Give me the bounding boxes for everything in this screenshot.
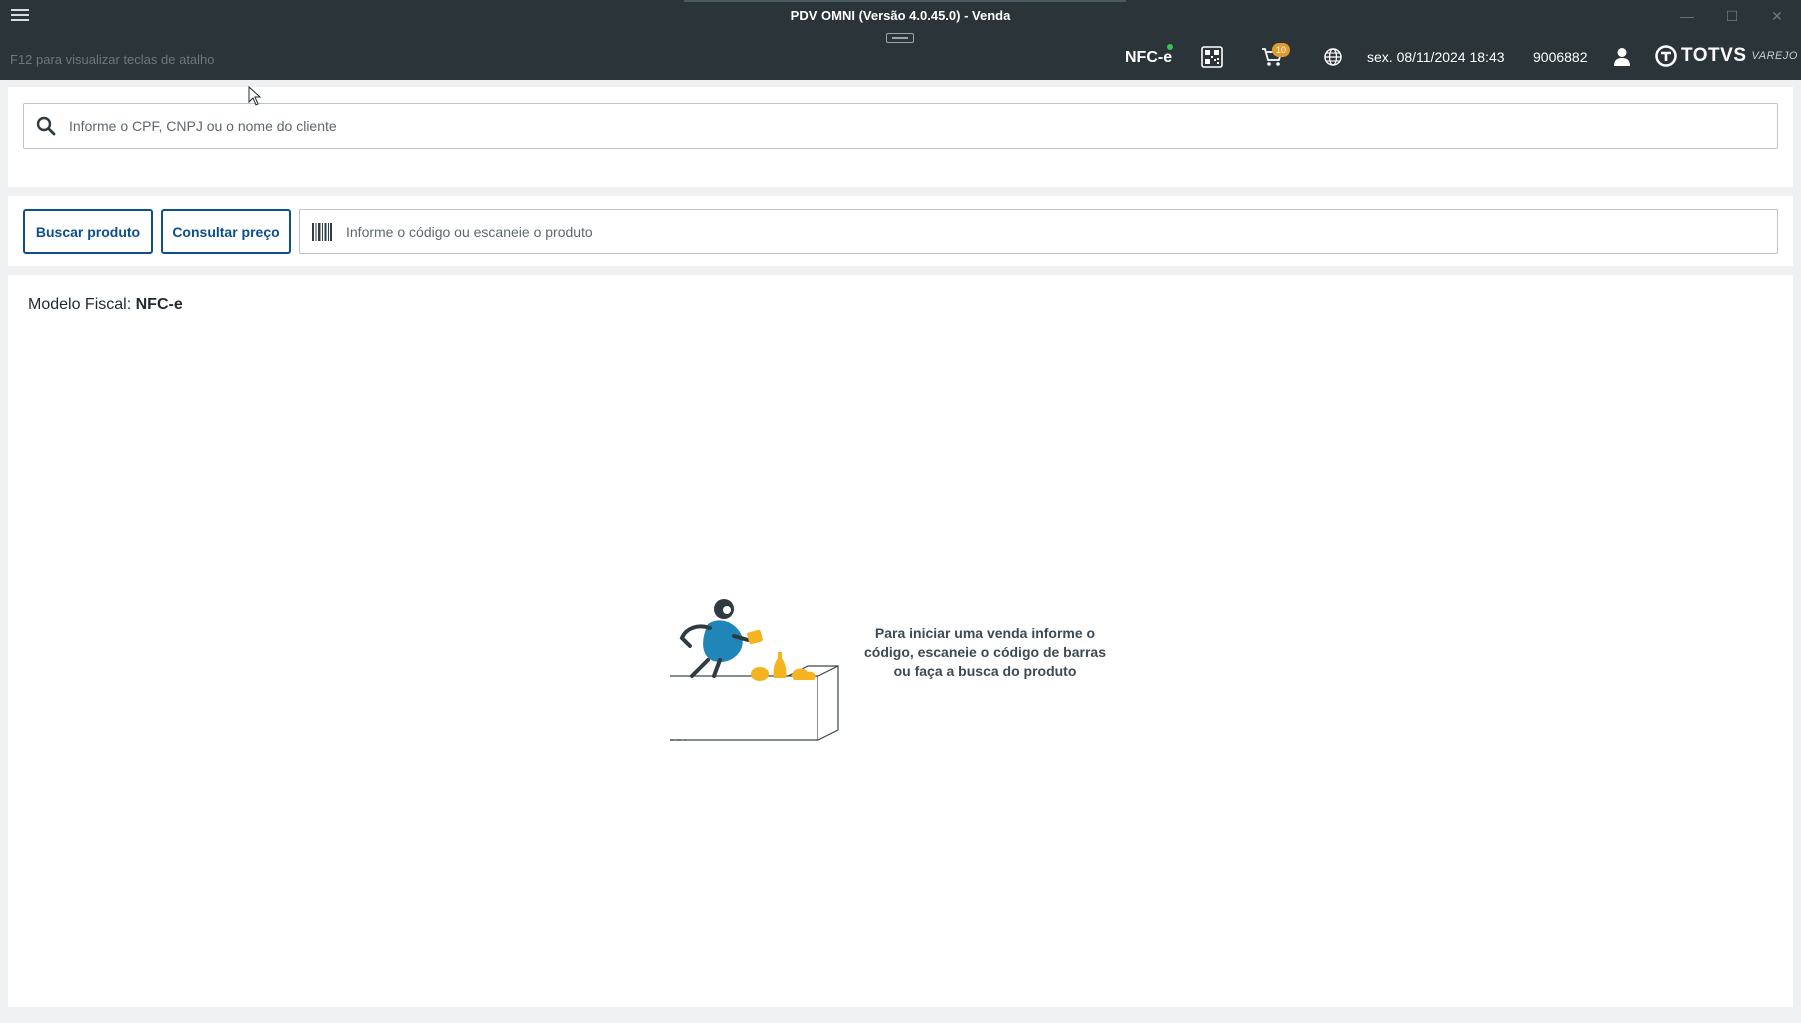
totvs-logo: TOTVS VAREJO: [1655, 44, 1798, 68]
fiscal-model-caption: Modelo Fiscal:: [28, 296, 132, 313]
shortcut-hint: F12 para visualizar teclas de atalho: [10, 52, 215, 67]
product-code-box[interactable]: [299, 209, 1778, 254]
search-product-button[interactable]: Buscar produto: [23, 209, 153, 254]
customer-search-input[interactable]: [69, 118, 1719, 134]
check-price-button[interactable]: Consultar preço: [161, 209, 291, 254]
current-datetime: sex. 08/11/2024 18:43: [1367, 49, 1505, 65]
fiscal-model-value: NFC-e: [135, 296, 183, 313]
drag-handle-icon[interactable]: [886, 33, 914, 43]
totvs-logo-icon: [1655, 45, 1677, 67]
title-accent-line: [684, 0, 1126, 2]
search-icon: [36, 116, 56, 136]
empty-sale-illustration: [670, 599, 839, 741]
maximize-button[interactable]: ☐: [1717, 5, 1747, 27]
fiscal-model-badge[interactable]: NFC-e: [1125, 49, 1172, 67]
product-code-input[interactable]: [346, 223, 1746, 240]
operator-code: 9006882: [1533, 49, 1588, 65]
customer-search-box[interactable]: [23, 103, 1778, 149]
window-title: PDV OMNI (Versão 4.0.45.0) - Venda: [790, 8, 1011, 23]
barcode-icon: [312, 222, 332, 241]
mouse-cursor-icon: [248, 86, 262, 106]
globe-icon[interactable]: [1324, 48, 1342, 66]
cart-count-badge: 10: [1272, 43, 1290, 57]
empty-sale-message: Para iniciar uma venda informe o código,…: [864, 625, 1106, 679]
logo-brand: TOTVS: [1681, 45, 1747, 66]
minimize-button[interactable]: —: [1672, 5, 1702, 27]
qr-code-icon[interactable]: [1201, 46, 1223, 68]
close-button[interactable]: ✕: [1762, 5, 1792, 27]
fiscal-status-dot: [1166, 43, 1174, 51]
fiscal-model-label: Modelo Fiscal: NFC-e: [28, 296, 183, 314]
logo-subtitle: VAREJO: [1751, 50, 1798, 62]
app-header: PDV OMNI (Versão 4.0.45.0) - Venda — ☐ ✕…: [0, 0, 1801, 80]
user-icon[interactable]: [1613, 47, 1631, 67]
